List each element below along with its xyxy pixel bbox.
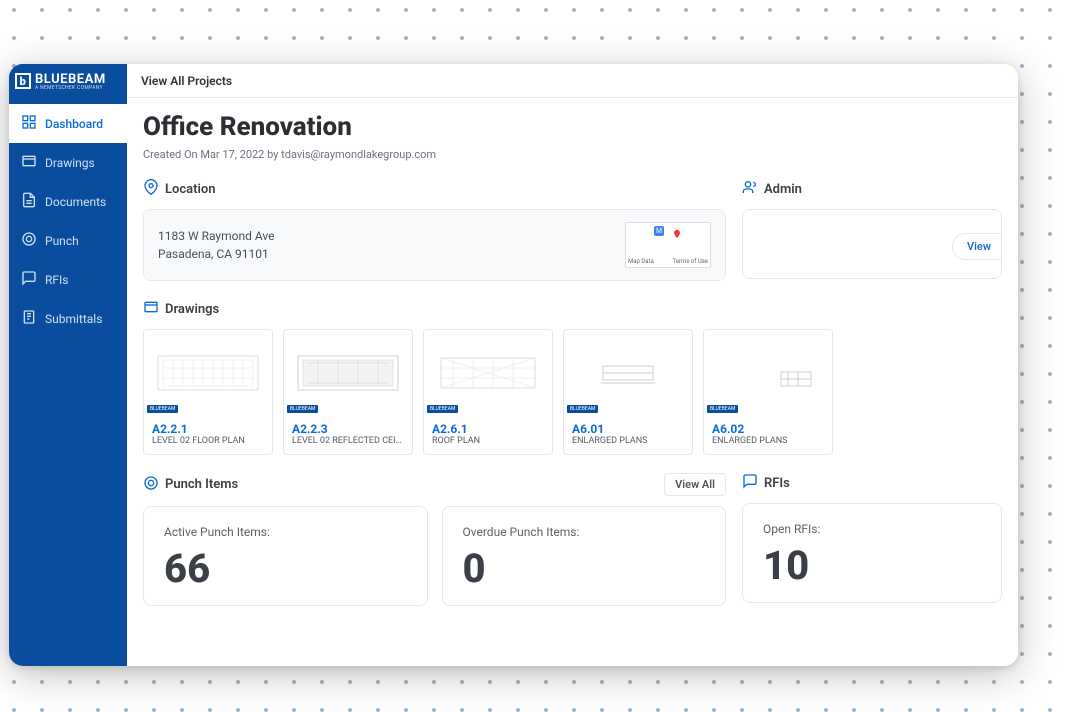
main-area: View All Projects Office Renovation Crea… <box>127 64 1018 666</box>
drawing-id: A2.2.1 <box>152 422 264 436</box>
location-body: 1183 W Raymond Ave Pasadena, CA 91101 M … <box>144 210 725 280</box>
active-punch-card: Active Punch Items: 66 <box>143 506 428 606</box>
punch-icon <box>143 475 159 495</box>
drawing-desc: ENLARGED PLANS <box>572 436 684 446</box>
sidebar-item-documents[interactable]: Documents <box>9 182 127 221</box>
drawing-thumbnail: BLUEBEAM <box>284 330 412 416</box>
open-rfis-value: 10 <box>763 546 981 586</box>
map-data-label: Map Data <box>628 257 654 266</box>
map-pin-icon <box>672 227 682 241</box>
documents-icon <box>21 192 37 211</box>
drawing-desc: ROOF PLAN <box>432 436 544 446</box>
sidebar-item-rfis[interactable]: RFIs <box>9 260 127 299</box>
thumb-tag: BLUEBEAM <box>147 405 178 413</box>
thumb-tag: BLUEBEAM <box>287 405 318 413</box>
dashboard-icon <box>21 114 37 133</box>
location-pin-icon <box>143 179 159 199</box>
drawing-card[interactable]: BLUEBEAM A6.02 ENLARGED PLANS <box>703 329 833 455</box>
drawing-card[interactable]: BLUEBEAM A2.2.1 LEVEL 02 FLOOR PLAN <box>143 329 273 455</box>
overdue-punch-label: Overdue Punch Items: <box>463 525 706 539</box>
sidebar-nav: Dashboard Drawings Documents Punch <box>9 98 127 338</box>
drawing-id: A6.01 <box>572 422 684 436</box>
admin-view-button[interactable]: View <box>952 233 1002 260</box>
drawing-id: A6.02 <box>712 422 824 436</box>
admin-panel: View <box>742 209 1002 279</box>
drawing-desc: LEVEL 02 REFLECTED CEIL... <box>292 436 404 446</box>
map-terms-label: Terms of Use <box>672 257 708 266</box>
thumb-tag: BLUEBEAM <box>567 405 598 413</box>
admin-section: Admin View <box>742 179 1002 281</box>
brand-sub: A NEMETSCHEK COMPANY <box>35 85 106 91</box>
drawings-label: Drawings <box>165 302 219 317</box>
transit-marker-icon: M <box>654 226 664 236</box>
drawing-strip: BLUEBEAM A2.2.1 LEVEL 02 FLOOR PLAN BLUE… <box>143 329 1002 455</box>
overdue-punch-value: 0 <box>463 549 706 589</box>
admin-icon <box>742 179 758 199</box>
sidebar: b BLUEBEAM A NEMETSCHEK COMPANY Dashboar… <box>9 64 127 666</box>
drawings-section: Drawings BLUEBEAM A2.2.1 LEVEL 02 FLOOR … <box>143 299 1002 455</box>
sidebar-item-label: Documents <box>45 195 106 209</box>
sidebar-item-drawings[interactable]: Drawings <box>9 143 127 182</box>
drawing-desc: ENLARGED PLANS <box>712 436 824 446</box>
sidebar-item-label: RFIs <box>45 273 68 287</box>
page-created: Created On Mar 17, 2022 by tdavis@raymon… <box>143 148 1002 161</box>
drawing-card[interactable]: BLUEBEAM A2.6.1 ROOF PLAN <box>423 329 553 455</box>
drawing-thumbnail: BLUEBEAM <box>704 330 832 416</box>
rfis-icon <box>21 270 37 289</box>
logo-mark-icon: b <box>15 73 31 89</box>
view-all-projects-link[interactable]: View All Projects <box>141 74 232 88</box>
app-window: b BLUEBEAM A NEMETSCHEK COMPANY Dashboar… <box>9 64 1018 666</box>
sidebar-item-dashboard[interactable]: Dashboard <box>9 104 127 143</box>
location-label: Location <box>165 182 216 197</box>
rfis-section: RFIs Open RFIs: 10 <box>742 473 1002 606</box>
sidebar-item-label: Drawings <box>45 156 95 170</box>
drawing-desc: LEVEL 02 FLOOR PLAN <box>152 436 264 446</box>
rfis-icon <box>742 473 758 493</box>
location-section: Location 1183 W Raymond Ave Pasadena, CA… <box>143 179 726 281</box>
content: Office Renovation Created On Mar 17, 202… <box>127 98 1018 666</box>
drawing-id: A2.6.1 <box>432 422 544 436</box>
open-rfis-card: Open RFIs: 10 <box>742 503 1002 603</box>
thumb-tag: BLUEBEAM <box>707 405 738 413</box>
location-line2: Pasadena, CA 91101 <box>158 245 274 263</box>
sidebar-item-punch[interactable]: Punch <box>9 221 127 260</box>
drawing-id: A2.2.3 <box>292 422 404 436</box>
drawing-card[interactable]: BLUEBEAM A2.2.3 LEVEL 02 REFLECTED CEIL.… <box>283 329 413 455</box>
drawing-thumbnail: BLUEBEAM <box>144 330 272 416</box>
sidebar-item-label: Submittals <box>45 312 102 326</box>
drawings-icon <box>143 299 159 319</box>
punch-label: Punch Items <box>165 477 238 492</box>
active-punch-label: Active Punch Items: <box>164 525 407 539</box>
sidebar-item-label: Punch <box>45 234 79 248</box>
drawing-card[interactable]: BLUEBEAM A6.01 ENLARGED PLANS <box>563 329 693 455</box>
location-line1: 1183 W Raymond Ave <box>158 227 274 245</box>
overdue-punch-card: Overdue Punch Items: 0 <box>442 506 727 606</box>
sidebar-item-label: Dashboard <box>45 117 103 131</box>
drawings-icon <box>21 153 37 172</box>
admin-label: Admin <box>764 182 802 197</box>
rfis-label: RFIs <box>764 476 790 491</box>
sidebar-item-submittals[interactable]: Submittals <box>9 299 127 338</box>
thumb-tag: BLUEBEAM <box>427 405 458 413</box>
active-punch-value: 66 <box>164 549 407 589</box>
drawing-thumbnail: BLUEBEAM <box>424 330 552 416</box>
drawing-thumbnail: BLUEBEAM <box>564 330 692 416</box>
location-minimap[interactable]: M Map Data Terms of Use <box>625 222 711 268</box>
punch-section: Punch Items View All Active Punch Items:… <box>143 473 726 606</box>
punch-view-all-button[interactable]: View All <box>664 473 726 496</box>
submittals-icon <box>21 309 37 328</box>
topbar: View All Projects <box>127 64 1018 98</box>
brand-logo: b BLUEBEAM A NEMETSCHEK COMPANY <box>9 64 127 98</box>
punch-icon <box>21 231 37 250</box>
open-rfis-label: Open RFIs: <box>763 522 981 536</box>
page-title: Office Renovation <box>143 112 1002 142</box>
